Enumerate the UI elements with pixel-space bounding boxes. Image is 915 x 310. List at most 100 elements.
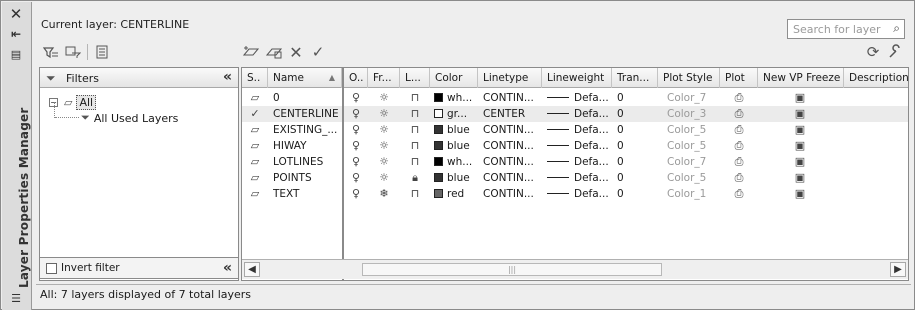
delete-layer-icon[interactable]: ✕ (286, 43, 306, 62)
layer-transparency[interactable]: 0 (617, 122, 657, 138)
layer-linetype[interactable]: CONTIN... (483, 154, 541, 170)
lightbulb-icon[interactable]: ♀ (346, 170, 366, 186)
layer-status-icon[interactable]: ▱ (244, 170, 266, 186)
new-vp-freeze-icon[interactable]: ▣ (787, 186, 813, 202)
column-header-color[interactable]: Color (430, 68, 478, 88)
layer-lineweight[interactable]: Defa... (547, 106, 611, 122)
new-vp-freeze-icon[interactable]: ▣ (787, 138, 813, 154)
set-current-icon[interactable]: ✓ (308, 43, 328, 61)
settings-icon[interactable] (885, 43, 905, 61)
layer-color[interactable]: wh... (434, 90, 478, 106)
new-group-filter-icon[interactable] (63, 43, 83, 61)
sun-icon[interactable]: ☼ (372, 106, 396, 122)
layer-status-icon[interactable]: ▱ (244, 138, 266, 154)
column-header-lineweight[interactable]: Lineweight (542, 68, 612, 88)
frozen-column-splitter[interactable] (342, 68, 344, 280)
unlock-icon[interactable]: ⊓ (404, 186, 426, 202)
layer-name[interactable]: HIWAY (273, 138, 341, 154)
layer-linetype[interactable]: CONTIN... (483, 170, 541, 186)
layer-name[interactable]: LOTLINES (273, 154, 341, 170)
layer-transparency[interactable]: 0 (617, 154, 657, 170)
layer-name[interactable]: TEXT (273, 186, 341, 202)
column-header-status[interactable]: S.. (242, 68, 268, 88)
column-header-description[interactable]: Description (844, 68, 908, 88)
unlock-icon[interactable]: ⊓ (404, 106, 426, 122)
column-header-plot[interactable]: Plot (720, 68, 758, 88)
layer-linetype[interactable]: CENTER (483, 106, 541, 122)
lightbulb-icon[interactable]: ♀ (346, 138, 366, 154)
column-header-linetype[interactable]: Linetype (478, 68, 542, 88)
tree-item-all[interactable]: − ▱ All (49, 95, 97, 110)
new-layer-icon[interactable] (241, 43, 261, 61)
layer-color[interactable]: blue (434, 122, 478, 138)
refresh-icon[interactable]: ⟳ (863, 43, 883, 61)
layer-lineweight[interactable]: Defa... (547, 186, 611, 202)
search-icon[interactable]: ⌕ (893, 21, 900, 36)
layer-color[interactable]: gr... (434, 106, 478, 122)
layer-lineweight[interactable]: Defa... (547, 90, 611, 106)
close-icon[interactable]: ✕ (7, 5, 25, 23)
layer-transparency[interactable]: 0 (617, 138, 657, 154)
scroll-left-icon[interactable]: ◀ (244, 262, 260, 277)
printer-icon[interactable]: ⎙ (726, 106, 752, 122)
lightbulb-icon[interactable]: ♀ (346, 90, 366, 106)
autohide-icon[interactable]: ⇤ (7, 26, 25, 42)
column-header-transparency[interactable]: Tran... (612, 68, 658, 88)
layer-name[interactable]: EXISTING_... (273, 122, 341, 138)
printer-icon[interactable]: ⎙ (726, 122, 752, 138)
invert-filter-checkbox[interactable] (46, 262, 57, 274)
snowflake-icon[interactable]: ❄ (372, 186, 396, 202)
printer-icon[interactable]: ⎙ (726, 90, 752, 106)
layer-status-icon[interactable]: ▱ (244, 90, 266, 106)
unlock-icon[interactable]: ⊓ (404, 122, 426, 138)
new-vp-freeze-icon[interactable]: ▣ (787, 106, 813, 122)
layer-color[interactable]: red (434, 186, 478, 202)
new-vp-freeze-icon[interactable]: ▣ (787, 154, 813, 170)
layer-linetype[interactable]: CONTIN... (483, 186, 541, 202)
layer-linetype[interactable]: CONTIN... (483, 138, 541, 154)
layer-color[interactable]: blue (434, 170, 478, 186)
layer-status-icon[interactable]: ▱ (244, 186, 266, 202)
printer-icon[interactable]: ⎙ (726, 170, 752, 186)
layer-lineweight[interactable]: Defa... (547, 170, 611, 186)
lightbulb-icon[interactable]: ♀ (346, 186, 366, 202)
layer-name[interactable]: CENTERLINE (273, 106, 341, 122)
layer-transparency[interactable]: 0 (617, 186, 657, 202)
sun-icon[interactable]: ☼ (372, 138, 396, 154)
layer-lineweight[interactable]: Defa... (547, 138, 611, 154)
invert-filter-label[interactable]: Invert filter (61, 262, 120, 274)
layer-name[interactable]: POINTS (273, 170, 341, 186)
current-layer-check-icon[interactable]: ✓ (244, 106, 266, 122)
layer-name[interactable]: 0 (273, 90, 341, 106)
lightbulb-icon[interactable]: ♀ (346, 154, 366, 170)
collapse-filters-icon[interactable]: « (223, 260, 232, 276)
column-header-lock[interactable]: L... (400, 68, 430, 88)
layer-transparency[interactable]: 0 (617, 170, 657, 186)
column-header-name[interactable]: Name ▲ (268, 68, 342, 88)
scrollbar-thumb[interactable]: ||| (362, 263, 662, 276)
lock-icon[interactable]: 🔒︎ (404, 170, 426, 186)
layer-linetype[interactable]: CONTIN... (483, 90, 541, 106)
layer-color[interactable]: wh... (434, 154, 478, 170)
sun-icon[interactable]: ☼ (372, 154, 396, 170)
new-vp-freeze-icon[interactable]: ▣ (787, 122, 813, 138)
printer-icon[interactable]: ⎙ (726, 154, 752, 170)
sun-icon[interactable]: ☼ (372, 90, 396, 106)
new-vp-freeze-icon[interactable]: ▣ (787, 170, 813, 186)
layer-lineweight[interactable]: Defa... (547, 154, 611, 170)
unlock-icon[interactable]: ⊓ (404, 90, 426, 106)
sun-icon[interactable]: ☼ (372, 122, 396, 138)
tree-item-all-used-layers[interactable]: ⏷ All Used Layers (81, 111, 178, 125)
column-header-new-vp-freeze[interactable]: New VP Freeze (758, 68, 844, 88)
printer-icon[interactable]: ⎙ (726, 186, 752, 202)
layer-color[interactable]: blue (434, 138, 478, 154)
scroll-right-icon[interactable]: ▶ (890, 262, 906, 277)
new-vp-freeze-icon[interactable]: ▣ (787, 90, 813, 106)
column-header-on[interactable]: O.. (344, 68, 368, 88)
new-layer-vp-frozen-icon[interactable] (264, 43, 284, 61)
lightbulb-icon[interactable]: ♀ (346, 122, 366, 138)
column-header-freeze[interactable]: Fr... (368, 68, 400, 88)
lightbulb-icon[interactable]: ♀ (346, 106, 366, 122)
layer-linetype[interactable]: CONTIN... (483, 122, 541, 138)
layer-status-icon[interactable]: ▱ (244, 154, 266, 170)
